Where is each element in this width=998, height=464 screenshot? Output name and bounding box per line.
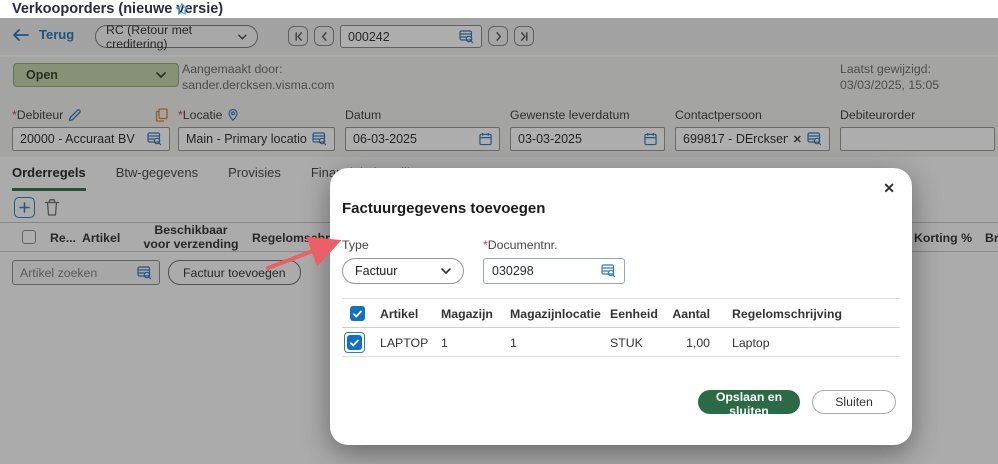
type-select[interactable]: Factuur — [342, 258, 464, 284]
row-checkbox-focus — [344, 332, 365, 353]
row-checkbox[interactable] — [347, 335, 362, 350]
lookup-icon[interactable] — [601, 264, 616, 278]
cell-eenheid: STUK — [610, 336, 643, 350]
invoice-lines-table: Artikel Magazijn Magazijnlocatie Eenheid… — [342, 298, 900, 357]
column-artikel: Artikel — [380, 307, 419, 321]
invoice-table-header: Artikel Magazijn Magazijnlocatie Eenheid… — [342, 298, 900, 328]
chevron-down-icon — [441, 268, 451, 274]
check-icon — [350, 339, 359, 346]
select-all-checkbox[interactable] — [350, 306, 365, 321]
cell-artikel: LAPTOP — [380, 336, 429, 350]
close-button[interactable]: Sluiten — [812, 390, 896, 414]
page-title: Verkooporders (nieuwe versie) — [12, 1, 224, 17]
cell-aantal: 1,00 — [686, 336, 710, 350]
type-label: Type — [342, 238, 369, 252]
column-magazijn: Magazijn — [441, 307, 493, 321]
column-aantal: Aantal — [672, 307, 710, 321]
modal-title: Factuurgegevens toevoegen — [342, 200, 546, 217]
docnr-input[interactable] — [492, 264, 601, 278]
check-icon — [353, 310, 362, 317]
type-value: Factuur — [355, 264, 398, 278]
favorite-star-icon[interactable] — [175, 2, 189, 16]
cell-magazijn: 1 — [441, 336, 448, 350]
app-window: Verkooporders (nieuwe versie) Terug RC (… — [0, 0, 998, 464]
docnr-field[interactable] — [483, 258, 625, 284]
title-bar: Verkooporders (nieuwe versie) — [0, 0, 998, 18]
cell-magazijnlocatie: 1 — [510, 336, 517, 350]
cell-regelomschrijving: Laptop — [732, 336, 770, 350]
close-icon[interactable]: ✕ — [883, 180, 895, 197]
save-and-close-button[interactable]: Opslaan en sluiten — [698, 390, 800, 418]
invoice-table-row[interactable]: LAPTOP 1 1 STUK 1,00 Laptop — [342, 328, 900, 357]
column-magazijnlocatie: Magazijnlocatie — [510, 307, 601, 321]
column-regelomschrijving: Regelomschrijving — [732, 307, 843, 321]
invoice-modal: ✕ Factuurgegevens toevoegen Type Factuur… — [330, 168, 912, 445]
docnr-label: *Documentnr. — [483, 238, 558, 252]
